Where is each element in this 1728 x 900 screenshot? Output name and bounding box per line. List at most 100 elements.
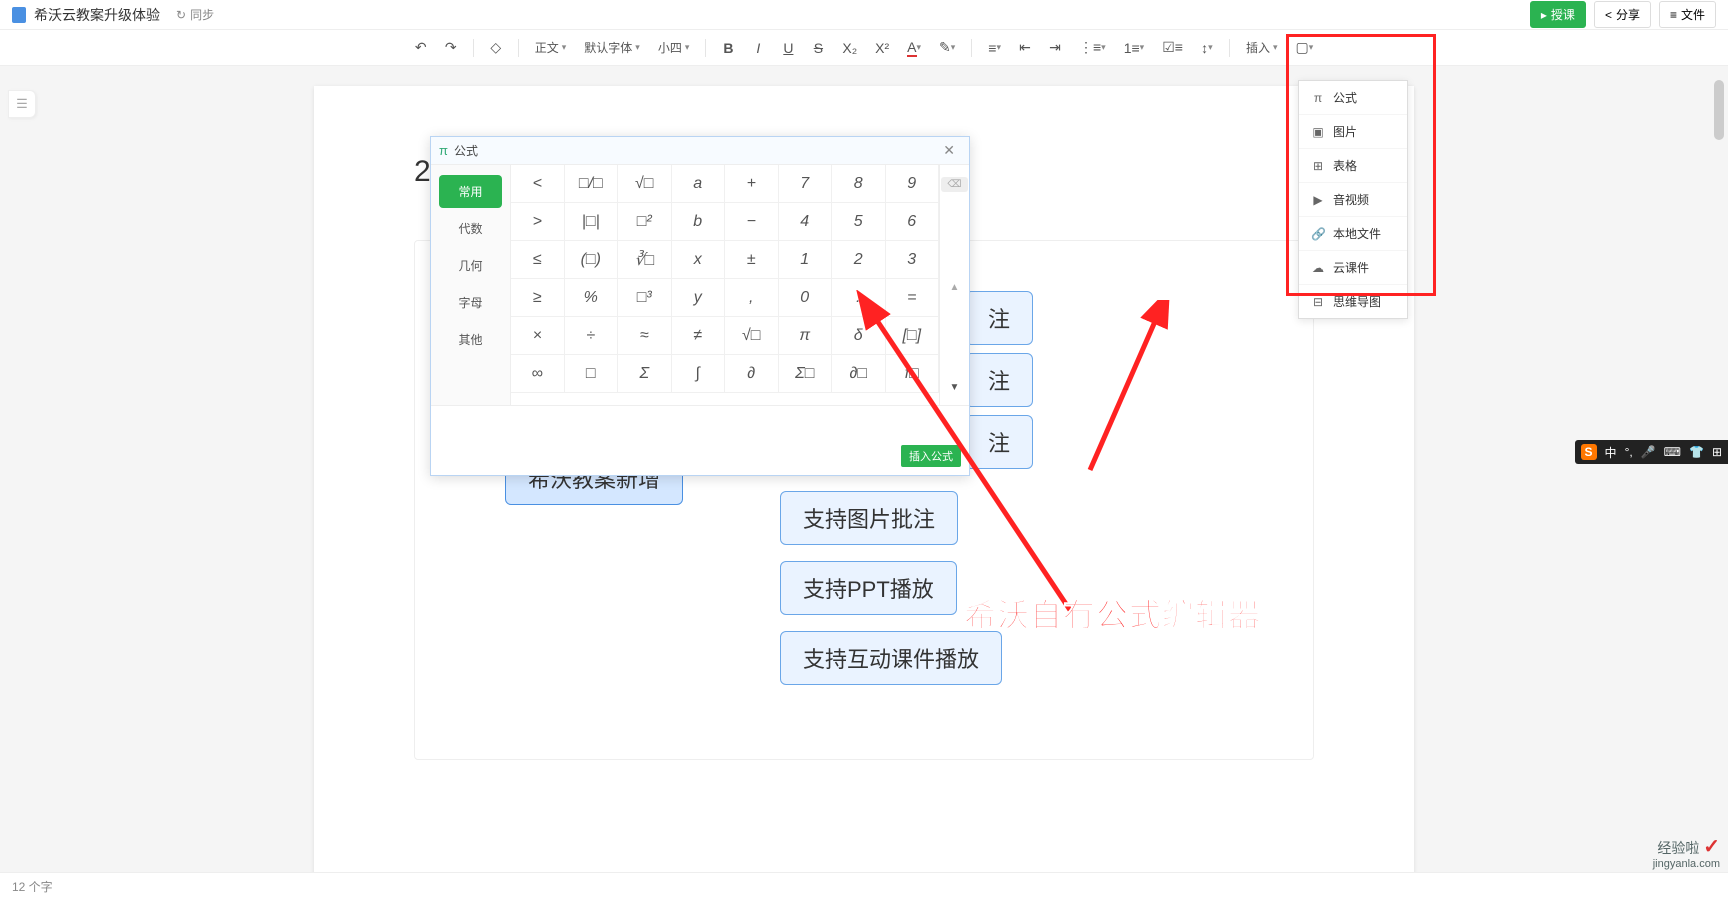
scroll-down-button[interactable]: ▼ — [950, 382, 960, 393]
symbol-5[interactable]: 7 — [779, 165, 833, 203]
symbol-14[interactable]: 5 — [832, 203, 886, 241]
symbol-33[interactable]: ÷ — [565, 317, 619, 355]
insert-button[interactable]: 插入▾ — [1238, 35, 1286, 60]
mind-node-1[interactable]: 注 — [965, 291, 1033, 345]
check-list-button[interactable]: ☑≡ — [1154, 35, 1191, 60]
symbol-2[interactable]: √□ — [618, 165, 672, 203]
symbol-38[interactable]: δ — [832, 317, 886, 355]
undo-button[interactable]: ↶ — [407, 35, 435, 60]
insert-menu-item-3[interactable]: ▶音视频 — [1299, 183, 1407, 217]
symbol-10[interactable]: □² — [618, 203, 672, 241]
symbol-40[interactable]: ∞ — [511, 355, 565, 393]
underline-button[interactable]: U — [774, 36, 802, 60]
symbol-42[interactable]: Σ — [618, 355, 672, 393]
symbol-47[interactable]: f□ — [886, 355, 940, 393]
mind-node-3[interactable]: 注 — [965, 415, 1033, 469]
symbol-25[interactable]: % — [565, 279, 619, 317]
insert-menu-item-6[interactable]: ⊟思维导图 — [1299, 285, 1407, 318]
symbol-43[interactable]: ∫ — [672, 355, 726, 393]
symbol-1[interactable]: □/□ — [565, 165, 619, 203]
symbol-18[interactable]: ∛□ — [618, 241, 672, 279]
dialog-close-button[interactable]: ✕ — [937, 140, 961, 161]
dialog-tab-3[interactable]: 字母 — [439, 286, 502, 319]
symbol-44[interactable]: ∂ — [725, 355, 779, 393]
bullet-list-button[interactable]: ⋮≡▾ — [1071, 35, 1114, 60]
align-left-button[interactable]: ≡▾ — [980, 36, 1009, 60]
symbol-45[interactable]: Σ□ — [779, 355, 833, 393]
font-select[interactable]: 默认字体▾ — [576, 35, 648, 60]
symbol-36[interactable]: √□ — [725, 317, 779, 355]
text-color-button[interactable]: A▾ — [899, 35, 929, 61]
mind-node-6[interactable]: 支持互动课件播放 — [780, 631, 1002, 685]
symbol-27[interactable]: y — [672, 279, 726, 317]
mind-node-2[interactable]: 注 — [965, 353, 1033, 407]
symbol-41[interactable]: □ — [565, 355, 619, 393]
mind-node-4[interactable]: 支持图片批注 — [780, 491, 958, 545]
indent-inc-button[interactable]: ⇥ — [1041, 35, 1069, 60]
symbol-26[interactable]: □³ — [618, 279, 672, 317]
symbol-39[interactable]: [□] — [886, 317, 940, 355]
symbol-13[interactable]: 4 — [779, 203, 833, 241]
dialog-tab-0[interactable]: 常用 — [439, 175, 502, 208]
symbol-30[interactable]: . — [832, 279, 886, 317]
insert-menu-item-4[interactable]: 🔗本地文件 — [1299, 217, 1407, 251]
number-list-button[interactable]: 1≡▾ — [1116, 36, 1153, 60]
symbol-7[interactable]: 9 — [886, 165, 940, 203]
symbol-22[interactable]: 2 — [832, 241, 886, 279]
symbol-3[interactable]: a — [672, 165, 726, 203]
file-button[interactable]: ≡ 文件 — [1659, 1, 1716, 28]
highlight-button[interactable]: ✎▾ — [931, 35, 963, 60]
dialog-tab-4[interactable]: 其他 — [439, 323, 502, 356]
symbol-20[interactable]: ± — [725, 241, 779, 279]
scrollbar[interactable] — [1714, 80, 1724, 140]
strike-button[interactable]: S — [804, 36, 832, 60]
indent-dec-button[interactable]: ⇤ — [1011, 35, 1039, 60]
symbol-19[interactable]: x — [672, 241, 726, 279]
dialog-tab-1[interactable]: 代数 — [439, 212, 502, 245]
insert-menu-item-1[interactable]: ▣图片 — [1299, 115, 1407, 149]
symbol-15[interactable]: 6 — [886, 203, 940, 241]
italic-button[interactable]: I — [744, 36, 772, 60]
symbol-17[interactable]: (□) — [565, 241, 619, 279]
dialog-header[interactable]: π 公式 ✕ — [431, 137, 969, 165]
symbol-12[interactable]: − — [725, 203, 779, 241]
symbol-23[interactable]: 3 — [886, 241, 940, 279]
style-select[interactable]: 正文▾ — [527, 35, 575, 60]
symbol-6[interactable]: 8 — [832, 165, 886, 203]
present-button[interactable]: ▸ 授课 — [1530, 1, 1586, 28]
symbol-21[interactable]: 1 — [779, 241, 833, 279]
mind-node-5[interactable]: 支持PPT播放 — [780, 561, 957, 615]
layout-button[interactable]: ▢▾ — [1287, 35, 1321, 60]
symbol-32[interactable]: × — [511, 317, 565, 355]
symbol-28[interactable]: , — [725, 279, 779, 317]
line-height-button[interactable]: ↕▾ — [1193, 36, 1221, 60]
symbol-8[interactable]: > — [511, 203, 565, 241]
symbol-11[interactable]: b — [672, 203, 726, 241]
symbol-37[interactable]: π — [779, 317, 833, 355]
backspace-button[interactable]: ⌫ — [941, 177, 967, 192]
symbol-24[interactable]: ≥ — [511, 279, 565, 317]
bold-button[interactable]: B — [714, 36, 742, 60]
symbol-31[interactable]: = — [886, 279, 940, 317]
share-button[interactable]: < 分享 — [1594, 1, 1651, 28]
symbol-29[interactable]: 0 — [779, 279, 833, 317]
format-painter-button[interactable]: ◇ — [482, 35, 510, 60]
symbol-4[interactable]: + — [725, 165, 779, 203]
insert-menu-item-2[interactable]: ⊞表格 — [1299, 149, 1407, 183]
insert-menu-item-0[interactable]: π公式 — [1299, 81, 1407, 115]
symbol-35[interactable]: ≠ — [672, 317, 726, 355]
ime-bar[interactable]: S 中 °, 🎤 ⌨ 👕 ⊞ — [1575, 440, 1728, 464]
size-select[interactable]: 小四▾ — [650, 35, 698, 60]
superscript-button[interactable]: X² — [867, 36, 897, 60]
formula-preview[interactable]: 插入公式 — [431, 405, 969, 475]
redo-button[interactable]: ↷ — [437, 35, 465, 60]
dialog-tab-2[interactable]: 几何 — [439, 249, 502, 282]
symbol-0[interactable]: < — [511, 165, 565, 203]
scroll-up-button[interactable]: ▲ — [950, 282, 960, 293]
subscript-button[interactable]: X₂ — [834, 36, 865, 60]
symbol-16[interactable]: ≤ — [511, 241, 565, 279]
symbol-34[interactable]: ≈ — [618, 317, 672, 355]
symbol-9[interactable]: |□| — [565, 203, 619, 241]
sync-status[interactable]: ↻同步 — [176, 6, 214, 23]
insert-menu-item-5[interactable]: ☁云课件 — [1299, 251, 1407, 285]
